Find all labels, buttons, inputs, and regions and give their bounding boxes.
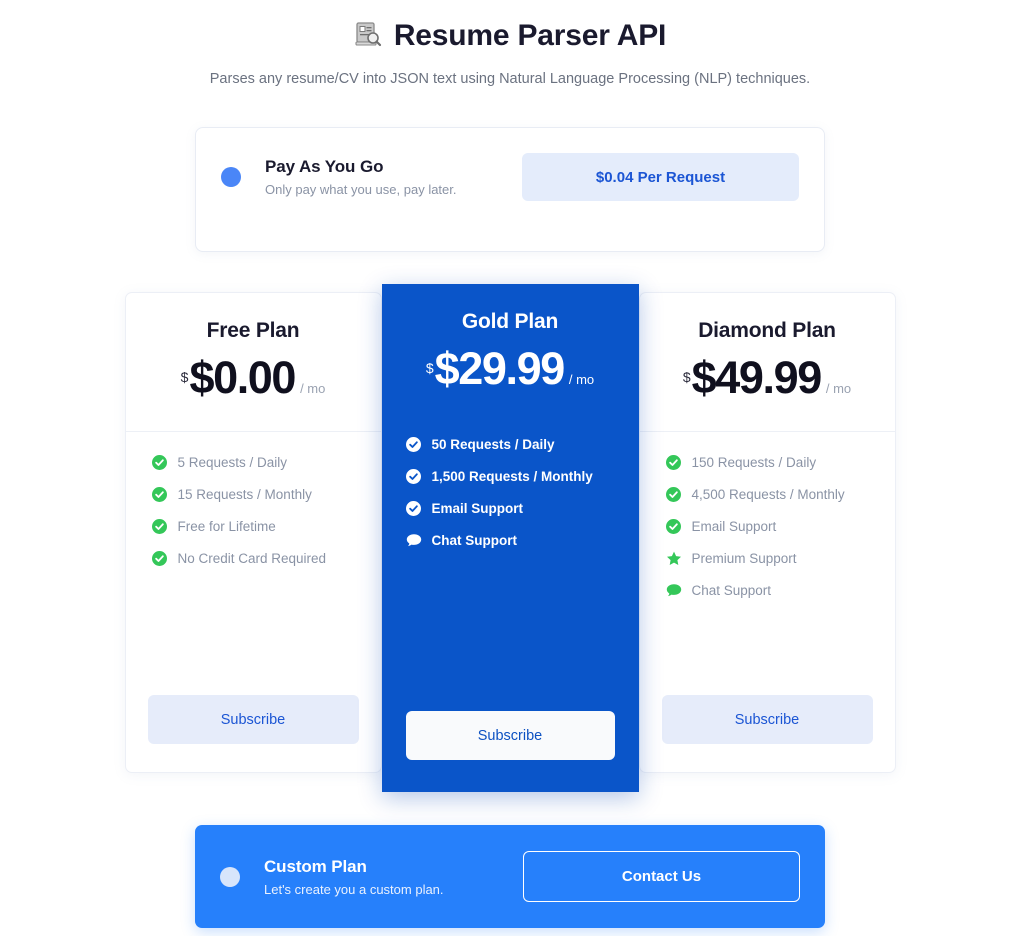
pay-as-you-go-section: Pay As You Go Only pay what you use, pay… — [0, 127, 1020, 252]
currency-symbol: $ — [180, 369, 189, 385]
plan-feature-list: 50 Requests / Daily 1,500 Requests / Mont… — [382, 416, 639, 703]
pricing-page: Resume Parser API Parses any resume/CV i… — [0, 0, 1020, 936]
page-subtitle: Parses any resume/CV into JSON text usin… — [209, 71, 811, 87]
pay-as-you-go-dot-icon — [221, 167, 241, 187]
plan-feature-label: 1,500 Requests / Monthly — [431, 468, 593, 484]
plan-footer: Subscribe — [382, 703, 639, 792]
plan-feature-item: No Credit Card Required — [152, 550, 381, 566]
price-amount: $49.99 — [691, 352, 823, 403]
pay-as-you-go-title: Pay As You Go — [265, 157, 384, 176]
currency-symbol: $ — [425, 360, 434, 376]
plan-price: $ $29.99/ mo — [394, 346, 627, 391]
plan-card: Gold Plan $ $29.99/ mo 50 Requests / Daily 1… — [381, 284, 639, 792]
price-amount: $29.99 — [434, 343, 566, 394]
check-circle-icon — [666, 486, 682, 502]
plan-card: Free Plan $ $0.00 / mo 5 Requests / Daily 15 … — [124, 292, 382, 773]
plan-card: Diamond Plan $ $49.99/ mo 150 Requests / Da… — [638, 292, 896, 773]
plan-feature-item: Chat Support — [406, 532, 639, 548]
plan-feature-item: 4,500 Requests / Monthly — [666, 486, 895, 502]
subscribe-button[interactable]: Subscribe — [405, 711, 615, 760]
plan-feature-label: Chat Support — [691, 582, 772, 598]
plan-feature-item: Chat Support — [666, 582, 895, 598]
per-request-rate-button[interactable]: $0.04 Per Request — [522, 153, 799, 201]
price-period: / mo — [300, 381, 326, 396]
plan-title: Free Plan — [206, 319, 300, 342]
pay-as-you-go-description: Only pay what you use, pay later. — [265, 182, 457, 197]
plan-feature-item: 150 Requests / Daily — [666, 454, 895, 470]
plan-feature-item: Email Support — [406, 500, 639, 516]
page-title-text: Resume Parser API — [393, 19, 667, 52]
custom-plan-section: Custom Plan Let's create you a custom pl… — [0, 825, 1020, 928]
custom-plan-title: Custom Plan — [264, 856, 367, 876]
plan-feature-label: Email Support — [431, 500, 524, 516]
pay-as-you-go-texts: Pay As You Go Only pay what you use, pay… — [265, 157, 522, 197]
price-amount: $0.00 — [189, 352, 296, 403]
plan-footer: Subscribe — [640, 687, 895, 772]
plan-feature-item: 1,500 Requests / Monthly — [406, 468, 639, 484]
plan-feature-label: 150 Requests / Daily — [691, 454, 817, 470]
plan-price: $ $49.99/ mo — [652, 355, 883, 400]
check-circle-icon — [666, 454, 682, 470]
plans-container: Free Plan $ $0.00/ mo 5 Requests / Daily 15 … — [0, 284, 1020, 792]
check-circle-icon — [406, 468, 422, 484]
plan-feature-item: Premium Support — [666, 550, 895, 566]
plan-price: $ $0.00 / mo — [138, 355, 369, 400]
check-circle-icon — [666, 518, 682, 534]
plan-feature-label: Chat Support — [431, 532, 518, 548]
currency-symbol: $ — [682, 369, 691, 385]
plan-feature-list: 150 Requests / Daily 4,500 Requests / Mon… — [640, 432, 895, 687]
page-title: Resume Parser API — [0, 18, 1020, 54]
plan-feature-item: 5 Requests / Daily — [152, 454, 381, 470]
check-circle-icon — [152, 486, 168, 502]
plan-feature-label: Free for Lifetime — [177, 518, 276, 534]
plan-feature-item: 50 Requests / Daily — [406, 436, 639, 452]
subscribe-button[interactable]: Subscribe — [147, 695, 359, 744]
chat-bubble-icon — [406, 532, 422, 548]
pay-as-you-go-card: Pay As You Go Only pay what you use, pay… — [195, 127, 825, 252]
custom-plan-description: Let's create you a custom plan. — [264, 881, 444, 897]
price-period: / mo — [825, 381, 852, 396]
price-period: / mo — [568, 372, 595, 387]
plan-feature-list: 5 Requests / Daily 15 Requests / Monthly F… — [126, 432, 381, 687]
plan-header: Diamond Plan $ $49.99/ mo — [640, 293, 895, 400]
custom-plan-texts: Custom Plan Let's create you a custom pl… — [264, 857, 523, 897]
resume-scan-icon — [354, 20, 382, 53]
plan-feature-label: 5 Requests / Daily — [177, 454, 288, 470]
plan-feature-item: 15 Requests / Monthly — [152, 486, 381, 502]
subscribe-button[interactable]: Subscribe — [661, 695, 873, 744]
check-circle-icon — [406, 436, 422, 452]
plan-title: Gold Plan — [461, 310, 559, 333]
plan-feature-item: Email Support — [666, 518, 895, 534]
plan-header: Free Plan $ $0.00 / mo — [126, 293, 381, 400]
plan-feature-label: Email Support — [691, 518, 777, 534]
check-circle-icon — [152, 518, 168, 534]
plan-feature-item: Free for Lifetime — [152, 518, 381, 534]
check-circle-icon — [152, 550, 168, 566]
plan-feature-label: Premium Support — [691, 550, 797, 566]
chat-bubble-icon — [666, 582, 682, 598]
plan-footer: Subscribe — [126, 687, 381, 772]
star-icon — [666, 550, 682, 566]
plan-feature-label: 50 Requests / Daily — [431, 436, 555, 452]
plan-title: Diamond Plan — [698, 319, 836, 342]
check-circle-icon — [152, 454, 168, 470]
custom-plan-dot-icon — [220, 866, 240, 887]
page-header: Resume Parser API Parses any resume/CV i… — [0, 0, 1020, 87]
plan-feature-label: 15 Requests / Monthly — [177, 486, 312, 502]
plan-feature-label: No Credit Card Required — [177, 550, 327, 566]
check-circle-icon — [406, 500, 422, 516]
custom-plan-card: Custom Plan Let's create you a custom pl… — [195, 825, 825, 928]
plan-feature-label: 4,500 Requests / Monthly — [691, 486, 845, 502]
plan-header: Gold Plan $ $29.99/ mo — [382, 284, 639, 391]
contact-us-button[interactable]: Contact Us — [523, 851, 800, 902]
